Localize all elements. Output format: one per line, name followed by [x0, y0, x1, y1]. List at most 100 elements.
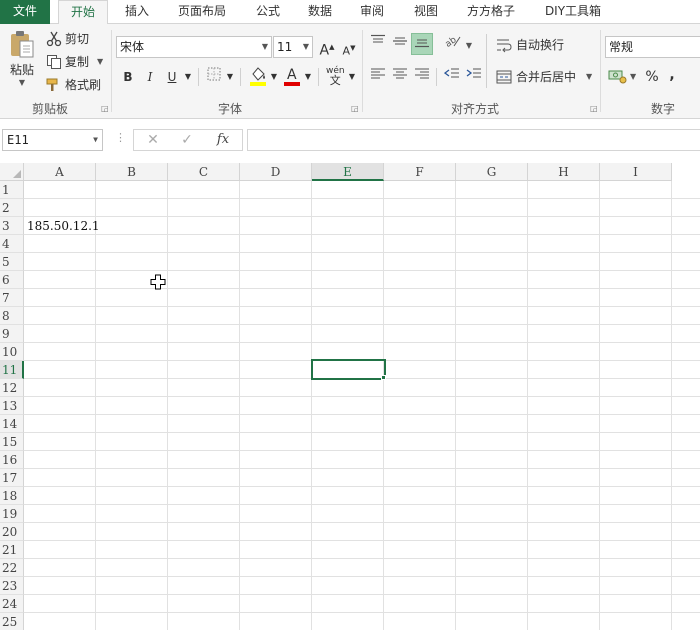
copy-button[interactable]: 复制 ▼: [46, 53, 103, 70]
column-header-g[interactable]: G: [456, 163, 528, 181]
row-header-13[interactable]: 13: [0, 397, 24, 415]
border-button[interactable]: [204, 67, 224, 87]
border-dropdown-icon[interactable]: ▼: [224, 67, 236, 87]
align-center-button[interactable]: [390, 67, 410, 87]
row-header-10[interactable]: 10: [0, 343, 24, 361]
cell-a3[interactable]: 185.50.12.1: [27, 219, 100, 233]
copy-dropdown-icon[interactable]: ▼: [97, 57, 103, 66]
column-header-a[interactable]: A: [24, 163, 96, 181]
align-top-button[interactable]: [368, 34, 388, 54]
row-header-23[interactable]: 23: [0, 577, 24, 595]
insert-function-icon[interactable]: fx: [208, 130, 238, 150]
row-header-16[interactable]: 16: [0, 451, 24, 469]
grow-font-button[interactable]: A▲: [317, 37, 337, 59]
merge-center-button[interactable]: 合并后居中 ▼: [496, 68, 592, 85]
select-all-corner[interactable]: [0, 163, 24, 181]
column-header-h[interactable]: H: [528, 163, 600, 181]
row-header-14[interactable]: 14: [0, 415, 24, 433]
fill-color-button[interactable]: [248, 65, 268, 89]
percent-button[interactable]: %: [642, 67, 662, 87]
cancel-formula-icon[interactable]: ✕: [138, 130, 168, 150]
number-format-combo[interactable]: 常规: [605, 36, 700, 58]
row-header-4[interactable]: 4: [0, 235, 24, 253]
enter-formula-icon[interactable]: ✓: [172, 130, 202, 150]
tab-file[interactable]: 文件: [0, 0, 50, 24]
column-header-f[interactable]: F: [384, 163, 456, 181]
font-color-button[interactable]: A: [282, 65, 302, 89]
row-header-5[interactable]: 5: [0, 253, 24, 271]
row-header-1[interactable]: 1: [0, 181, 24, 199]
fill-color-dropdown-icon[interactable]: ▼: [268, 67, 280, 87]
phonetic-dropdown-icon[interactable]: ▼: [346, 67, 358, 87]
tab-data[interactable]: 数据: [300, 0, 340, 24]
font-launcher-icon[interactable]: ◲: [351, 104, 359, 113]
font-color-dropdown-icon[interactable]: ▼: [302, 67, 314, 87]
column-header-e[interactable]: E: [312, 163, 384, 181]
alignment-launcher-icon[interactable]: ◲: [590, 104, 598, 113]
row-header-15[interactable]: 15: [0, 433, 24, 451]
row-header-24[interactable]: 24: [0, 595, 24, 613]
increase-indent-button[interactable]: [464, 67, 484, 87]
row-header-6[interactable]: 6: [0, 271, 24, 289]
row-header-21[interactable]: 21: [0, 541, 24, 559]
row-header-7[interactable]: 7: [0, 289, 24, 307]
row-header-12[interactable]: 12: [0, 379, 24, 397]
comma-button[interactable]: ,: [662, 65, 682, 85]
paste-button[interactable]: 粘贴 ▼: [6, 30, 38, 87]
tab-page-layout[interactable]: 页面布局: [170, 0, 234, 24]
row-header-20[interactable]: 20: [0, 523, 24, 541]
italic-button[interactable]: I: [140, 67, 160, 87]
row-header-9[interactable]: 9: [0, 325, 24, 343]
tab-home[interactable]: 开始: [58, 0, 108, 25]
font-name-dropdown-icon[interactable]: ▼: [262, 37, 268, 57]
font-size-dropdown-icon[interactable]: ▼: [303, 37, 309, 57]
merge-dropdown-icon[interactable]: ▼: [586, 72, 592, 81]
row-header-8[interactable]: 8: [0, 307, 24, 325]
shrink-font-button[interactable]: A▼: [339, 38, 359, 58]
align-middle-button[interactable]: [390, 34, 410, 54]
tab-formulas[interactable]: 公式: [248, 0, 288, 24]
column-header-b[interactable]: B: [96, 163, 168, 181]
row-header-2[interactable]: 2: [0, 199, 24, 217]
column-header-c[interactable]: C: [168, 163, 240, 181]
align-right-button[interactable]: [412, 67, 432, 87]
row-header-22[interactable]: 22: [0, 559, 24, 577]
cut-button[interactable]: 剪切: [46, 30, 89, 47]
fill-handle[interactable]: [381, 375, 386, 380]
formula-input[interactable]: [247, 129, 700, 151]
accounting-dropdown-icon[interactable]: ▼: [630, 72, 636, 81]
formula-bar-grip-icon[interactable]: ⋮: [115, 131, 126, 144]
phonetic-button[interactable]: wén 文: [326, 66, 345, 86]
orientation-dropdown-icon[interactable]: ▼: [466, 41, 472, 50]
wrap-text-button[interactable]: 自动换行: [496, 36, 564, 53]
row-header-18[interactable]: 18: [0, 487, 24, 505]
decrease-indent-button[interactable]: [442, 67, 462, 87]
row-header-3[interactable]: 3: [0, 217, 24, 235]
tab-view[interactable]: 视图: [406, 0, 446, 24]
row-header-25[interactable]: 25: [0, 613, 24, 630]
name-box[interactable]: E11 ▼: [2, 129, 103, 151]
tab-diy-toolbox[interactable]: DIY工具箱: [536, 0, 610, 24]
orientation-button[interactable]: ab ▼: [444, 34, 472, 54]
column-header-i[interactable]: I: [600, 163, 672, 181]
align-bottom-button[interactable]: [411, 33, 433, 55]
accounting-format-button[interactable]: ▼: [608, 68, 636, 84]
tab-fangfang[interactable]: 方方格子: [458, 0, 524, 24]
paste-dropdown-icon[interactable]: ▼: [19, 78, 25, 87]
tab-insert[interactable]: 插入: [116, 0, 158, 24]
font-size-combo[interactable]: 11 ▼: [273, 36, 313, 58]
format-painter-button[interactable]: 格式刷: [46, 76, 101, 93]
tab-review[interactable]: 审阅: [352, 0, 392, 24]
underline-button[interactable]: U: [162, 67, 182, 87]
align-left-button[interactable]: [368, 67, 388, 87]
underline-dropdown-icon[interactable]: ▼: [182, 67, 194, 87]
row-header-19[interactable]: 19: [0, 505, 24, 523]
cell-area[interactable]: [24, 181, 700, 630]
column-header-d[interactable]: D: [240, 163, 312, 181]
bold-button[interactable]: B: [118, 67, 138, 87]
name-box-dropdown-icon[interactable]: ▼: [93, 130, 98, 150]
clipboard-launcher-icon[interactable]: ◲: [101, 104, 109, 113]
font-name-combo[interactable]: 宋体 ▼: [116, 36, 272, 58]
active-cell-e11[interactable]: [311, 359, 386, 380]
row-header-17[interactable]: 17: [0, 469, 24, 487]
